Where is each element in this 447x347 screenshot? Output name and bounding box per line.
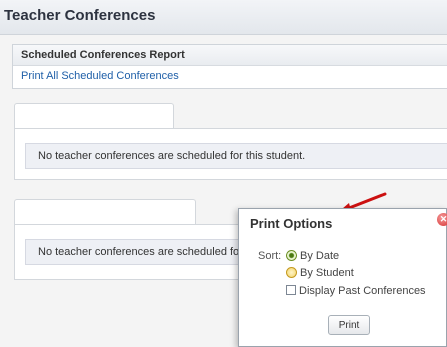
checkbox-icon[interactable] bbox=[286, 285, 296, 295]
display-past-conferences-checkbox[interactable]: Display Past Conferences bbox=[286, 285, 426, 297]
page-title: Teacher Conferences bbox=[0, 0, 447, 35]
sort-by-date-label: By Date bbox=[300, 250, 340, 262]
print-button[interactable]: Print bbox=[328, 315, 370, 335]
conference-panel-1: No teacher conferences are scheduled for… bbox=[14, 128, 447, 180]
radio-unselected-icon[interactable] bbox=[286, 267, 297, 278]
print-all-link[interactable]: Print All Scheduled Conferences bbox=[13, 66, 447, 82]
tab-student-2[interactable] bbox=[14, 199, 196, 225]
popup-title: Print Options bbox=[250, 216, 333, 231]
report-header: Scheduled Conferences Report bbox=[13, 45, 447, 66]
sort-by-student-radio[interactable]: By Student bbox=[286, 267, 354, 279]
radio-selected-icon[interactable] bbox=[286, 250, 297, 261]
close-icon[interactable]: ✕ bbox=[437, 213, 447, 226]
tab-student-1[interactable] bbox=[14, 103, 174, 129]
sort-label: Sort: bbox=[258, 250, 282, 262]
print-options-popup: Print Options ✕ Sort: By Date By Student… bbox=[238, 208, 447, 347]
sort-by-date-radio[interactable]: By Date bbox=[286, 250, 339, 262]
display-past-label: Display Past Conferences bbox=[299, 285, 426, 297]
no-conferences-message: No teacher conferences are scheduled for… bbox=[25, 143, 447, 169]
report-box: Scheduled Conferences Report Print All S… bbox=[12, 44, 447, 89]
sort-by-student-label: By Student bbox=[300, 267, 354, 279]
